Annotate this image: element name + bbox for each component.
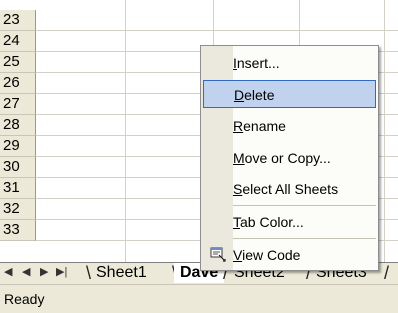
menu-item-select-all-sheets[interactable]: Select All Sheets [203, 175, 376, 203]
row-header[interactable]: 31 [0, 178, 36, 199]
menu-separator [233, 238, 376, 239]
menu-item-label: Rename [233, 118, 286, 134]
menu-item-label: Select All Sheets [233, 181, 339, 197]
row-header[interactable]: 27 [0, 94, 36, 115]
menu-item-label: Insert... [233, 55, 280, 71]
status-text: Ready [4, 291, 45, 307]
menu-item-label: View Code [233, 247, 301, 263]
row-header[interactable]: 32 [0, 199, 36, 220]
menu-item-delete[interactable]: Delete [203, 80, 376, 108]
menu-item-insert[interactable]: Insert... [203, 49, 376, 77]
menu-item-label: Delete [234, 87, 275, 103]
next-sheet-icon[interactable]: ▶ [40, 265, 48, 278]
menu-item-label: Tab Color... [233, 214, 304, 230]
tab-sheet1[interactable]: Sheet1 [90, 263, 153, 283]
row-header[interactable]: 25 [0, 52, 36, 73]
menu-item-rename[interactable]: Rename [203, 112, 376, 140]
status-bar: Ready [0, 284, 398, 313]
row-header[interactable]: 29 [0, 136, 36, 157]
grid-row[interactable]: 23 [0, 10, 398, 31]
menu-item-label: Move or Copy... [233, 150, 331, 166]
prev-sheet-icon[interactable]: ◀ [22, 265, 30, 278]
first-sheet-icon[interactable]: ◀ [4, 265, 12, 278]
view-code-icon [210, 246, 226, 262]
row-header[interactable]: 26 [0, 73, 36, 94]
menu-item-tab-color[interactable]: Tab Color... [203, 208, 376, 236]
menu-item-move-or-copy[interactable]: Move or Copy... [203, 144, 376, 172]
menu-separator [233, 205, 376, 206]
row-header[interactable]: 30 [0, 157, 36, 178]
row-header[interactable]: 33 [0, 220, 36, 241]
row-header[interactable]: 23 [0, 10, 36, 31]
last-sheet-icon[interactable]: ▶| [56, 265, 67, 278]
row-header[interactable]: 24 [0, 31, 36, 52]
menu-item-view-code[interactable]: View Code [203, 241, 376, 269]
row-header[interactable]: 28 [0, 115, 36, 136]
tab-separator: / [384, 263, 390, 283]
sheet-tab-context-menu: Insert... Delete Rename Move or Copy... … [200, 45, 379, 271]
